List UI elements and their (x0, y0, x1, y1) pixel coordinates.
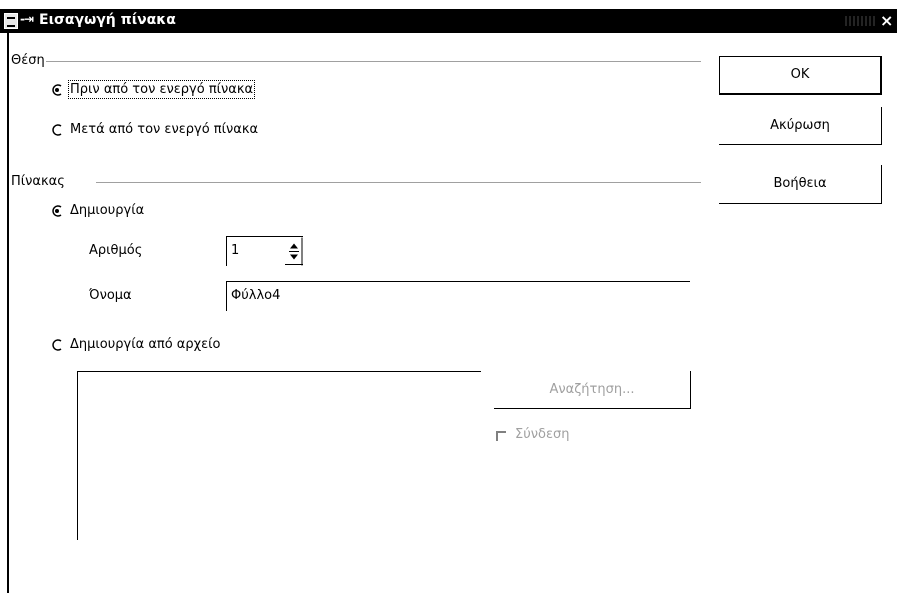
title-grip-icon (845, 16, 875, 26)
radio-from-file-label[interactable]: Δημιουργία από αρχείο (70, 337, 221, 352)
radio-after-active[interactable] (51, 124, 63, 136)
app-icon[interactable] (4, 13, 18, 29)
window-title: Εισαγωγή πίνακα (39, 12, 176, 28)
help-button[interactable]: Βοήθεια (719, 165, 882, 204)
file-sheets-list[interactable] (77, 371, 481, 540)
radio-before-active-label[interactable]: Πριν από τον ενεργό πίνακα (67, 80, 256, 99)
close-icon[interactable]: × (880, 11, 893, 30)
sheet-separator (96, 182, 701, 183)
window-left-border (7, 33, 9, 593)
radio-unselected-icon (52, 339, 62, 351)
cancel-button[interactable]: Ακύρωση (719, 107, 882, 145)
browse-button[interactable]: Αναζήτηση... (494, 371, 691, 409)
number-value: 1 (231, 243, 240, 258)
title-bar[interactable]: -⇥ Εισαγωγή πίνακα × (0, 9, 897, 33)
radio-create-new-label[interactable]: Δημιουργία (70, 203, 144, 218)
number-spinner[interactable]: 1 (226, 236, 303, 266)
radio-selected-icon (52, 84, 62, 96)
spin-arrows-icon[interactable] (285, 237, 303, 266)
link-checkbox[interactable] (496, 431, 506, 441)
position-section-label: Θέση (11, 53, 45, 68)
system-menu-icon[interactable]: -⇥ (20, 12, 34, 26)
name-input[interactable]: Φύλλο4 (226, 281, 690, 311)
radio-selected-icon (52, 205, 62, 217)
radio-before-active[interactable] (51, 84, 63, 96)
link-checkbox-label[interactable]: Σύνδεση (515, 427, 569, 442)
ok-button[interactable]: OK (719, 56, 882, 95)
sheet-section-label: Πίνακας (11, 174, 65, 189)
position-separator (46, 61, 701, 62)
number-label: Αριθμός (89, 243, 143, 258)
radio-after-active-label[interactable]: Μετά από τον ενεργό πίνακα (70, 122, 258, 137)
name-value: Φύλλο4 (231, 288, 281, 303)
radio-unselected-icon (52, 124, 62, 136)
insert-sheet-dialog: -⇥ Εισαγωγή πίνακα × Θέση Πριν από τον ε… (0, 0, 897, 593)
radio-create-new[interactable] (51, 205, 63, 217)
name-label: Όνομα (89, 288, 132, 303)
radio-from-file[interactable] (51, 339, 63, 351)
